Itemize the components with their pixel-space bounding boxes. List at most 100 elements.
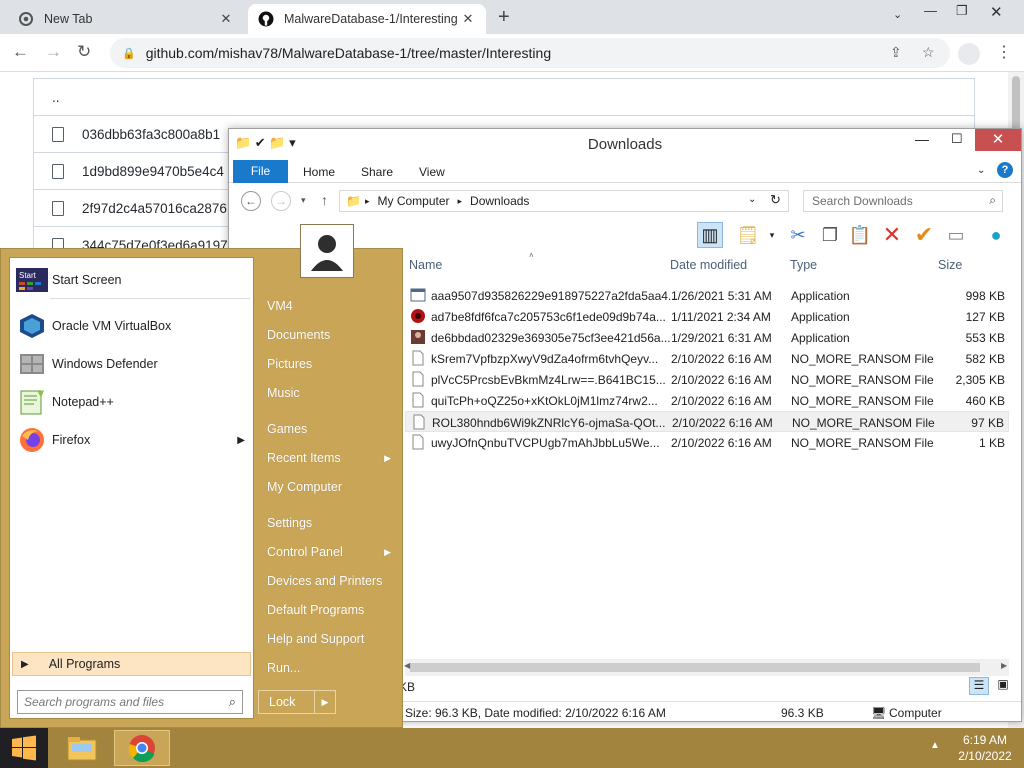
ribbon-tab-home[interactable]: Home [303, 165, 335, 179]
address-breadcrumb[interactable]: 📁 ▸ My Computer ▸ Downloads ⌄ ↻ [339, 190, 789, 212]
file-row[interactable]: aaa9507d935826229e918975227a2fda5aa4... 1… [405, 285, 1009, 306]
column-header-size[interactable]: Size [938, 258, 962, 272]
search-downloads-input[interactable]: Search Downloads ⌕ [803, 190, 1003, 212]
start-link-control-panel[interactable]: Control Panel ▶ [259, 539, 401, 565]
new-tab-plus-icon[interactable]: + [498, 6, 510, 29]
forward-arrow-icon[interactable]: → [271, 191, 291, 211]
check-icon[interactable]: ✔ [911, 222, 937, 248]
tab-search-chevron-icon[interactable]: ⌄ [893, 8, 902, 21]
column-header-type[interactable]: Type [790, 258, 817, 272]
recent-locations-chevron-icon[interactable]: ▾ [301, 195, 306, 206]
properties-dropdown-icon[interactable]: ▾ [759, 222, 785, 248]
help-icon[interactable]: ? [997, 162, 1013, 178]
preview-pane-icon[interactable]: ▥ [697, 222, 723, 248]
file-row[interactable]: de6bbdad02329e369305e75cf3ee421d56a... 1/… [405, 327, 1009, 348]
large-icons-view-icon[interactable]: ▣ [993, 677, 1013, 695]
tab-malware-database[interactable]: MalwareDatabase-1/Interesting at master … [248, 4, 486, 34]
horizontal-scrollbar[interactable]: ◀ ▶ [404, 659, 1009, 676]
copy-icon[interactable]: ❐ [817, 222, 843, 248]
user-avatar[interactable] [300, 224, 354, 278]
program-firefox[interactable]: Firefox ▶ [16, 422, 251, 458]
profile-avatar-icon[interactable] [958, 43, 980, 65]
maximize-icon[interactable]: ☐ [951, 131, 963, 147]
address-dropdown-chevron-icon[interactable]: ⌄ [748, 194, 756, 205]
file-row[interactable]: plVcC5PrcsbEvBkmMz4Lrw==.B641BC15... 2/10… [405, 369, 1009, 390]
program-windows-defender[interactable]: Windows Defender [16, 346, 251, 382]
start-link-my-computer[interactable]: My Computer [259, 474, 401, 500]
start-link-vm4[interactable]: VM4 [259, 293, 401, 319]
all-programs-button[interactable]: ▶ All Programs [12, 652, 251, 676]
system-clock[interactable]: 6:19 AM 2/10/2022 [950, 732, 1020, 764]
parent-dir-link[interactable]: .. [52, 90, 60, 105]
start-link-devices-and-printers[interactable]: Devices and Printers [259, 568, 401, 594]
file-row[interactable]: ROL380hndb6Wi9kZNRlcY6-ojmaSa-QOt... 2/10… [405, 411, 1009, 432]
start-link-settings[interactable]: Settings [259, 510, 401, 536]
start-link-pictures[interactable]: Pictures [259, 351, 401, 377]
file-row[interactable]: quiTcPh+oQZ25o+xKtOkL0jM1lmz74rw2... 2/10… [405, 390, 1009, 411]
start-link-music[interactable]: Music [259, 380, 401, 406]
close-window-icon[interactable]: ✕ [990, 3, 1003, 21]
ribbon-tab-view[interactable]: View [419, 165, 445, 179]
globe-icon[interactable]: ● [983, 222, 1009, 248]
up-arrow-icon[interactable]: ↑ [321, 192, 328, 208]
refresh-icon[interactable]: ↻ [770, 192, 781, 208]
taskbar-chrome[interactable] [114, 730, 170, 766]
file-row[interactable]: kSrem7VpfbzpXwyV9dZa4ofrm6tvhQeyv... 2/10… [405, 348, 1009, 369]
close-tab-icon[interactable]: ✕ [460, 11, 476, 27]
start-link-run[interactable]: Run... [259, 655, 401, 681]
minimize-icon[interactable]: — [915, 131, 929, 147]
breadcrumb-my-computer[interactable]: My Computer [377, 194, 449, 208]
start-link-recent-items[interactable]: Recent Items ▶ [259, 445, 401, 471]
column-header-date[interactable]: Date modified [670, 258, 747, 272]
rename-icon[interactable]: ▭ [943, 222, 969, 248]
delete-x-icon[interactable]: ✕ [879, 222, 905, 248]
file-link[interactable]: 036dbb63fa3c800a8b1 [82, 127, 220, 142]
file-row[interactable]: ad7be8fdf6fca7c205753c6f1ede09d9b74a... 1… [405, 306, 1009, 327]
url-text: github.com/mishav78/MalwareDatabase-1/tr… [145, 45, 552, 61]
back-arrow-icon[interactable]: ← [241, 191, 261, 211]
details-view-icon[interactable]: ☰ [969, 677, 989, 695]
scroll-left-icon[interactable]: ◀ [404, 661, 410, 670]
program-notepadpp[interactable]: Notepad++ [16, 384, 251, 420]
breadcrumb-downloads[interactable]: Downloads [470, 194, 529, 208]
search-programs-input[interactable]: Search programs and files ⌕ [17, 690, 243, 714]
start-link-default-programs[interactable]: Default Programs [259, 597, 401, 623]
close-window-icon[interactable]: ✕ [975, 129, 1021, 151]
ribbon-expand-chevron-icon[interactable]: ⌄ [977, 165, 985, 176]
address-bar[interactable]: 🔒 github.com/mishav78/MalwareDatabase-1/… [110, 38, 950, 68]
restore-icon[interactable]: ❐ [956, 3, 968, 19]
taskbar-file-explorer[interactable] [54, 730, 110, 766]
list-item[interactable]: .. [34, 78, 974, 115]
properties-checklist-icon[interactable]: 🗒 [735, 222, 761, 248]
column-header-name[interactable]: Name [409, 258, 442, 272]
reload-icon[interactable]: ↻ [77, 42, 91, 62]
menu-kebab-icon[interactable]: ⋮ [996, 42, 1012, 62]
explorer-title-bar[interactable]: 📁 ✔ 📁 ▾ Downloads — ☐ ✕ [229, 129, 1021, 159]
start-link-games[interactable]: Games [259, 416, 401, 442]
forward-arrow-icon[interactable]: → [45, 42, 62, 62]
back-arrow-icon[interactable]: ← [12, 42, 29, 62]
tray-expand-icon[interactable]: ▲ [930, 740, 940, 751]
ribbon-tab-share[interactable]: Share [361, 165, 393, 179]
share-icon[interactable]: ⇪ [890, 44, 902, 61]
start-button[interactable] [0, 728, 48, 768]
shutdown-options-arrow-icon[interactable]: ▶ [315, 697, 335, 708]
minimize-icon[interactable]: — [924, 3, 937, 18]
close-tab-icon[interactable]: ✕ [218, 11, 234, 27]
program-start-screen[interactable]: Start Start Screen [16, 262, 251, 298]
file-row[interactable]: uwyJOfnQnbuTVCPUgb7mAhJbbLu5We... 2/10/20… [405, 432, 1009, 453]
start-link-label: Default Programs [267, 603, 365, 617]
lock-button[interactable]: Lock ▶ [258, 690, 336, 714]
tab-new-tab[interactable]: New Tab ✕ [8, 4, 244, 34]
cut-scissors-icon[interactable]: ✂ [785, 222, 811, 248]
file-link[interactable]: 2f97d2c4a57016ca2876 [82, 201, 227, 216]
start-link-help-and-support[interactable]: Help and Support [259, 626, 401, 652]
bookmark-star-icon[interactable]: ☆ [922, 44, 935, 61]
scroll-right-icon[interactable]: ▶ [1001, 661, 1007, 670]
scrollbar-thumb[interactable] [410, 663, 980, 672]
program-virtualbox[interactable]: Oracle VM VirtualBox [16, 308, 251, 344]
paste-clipboard-icon[interactable]: 📋 [847, 222, 873, 248]
file-link[interactable]: 1d9bd899e9470b5e4c4 [82, 164, 224, 179]
start-link-documents[interactable]: Documents [259, 322, 401, 348]
ribbon-tab-file[interactable]: File [233, 160, 288, 183]
